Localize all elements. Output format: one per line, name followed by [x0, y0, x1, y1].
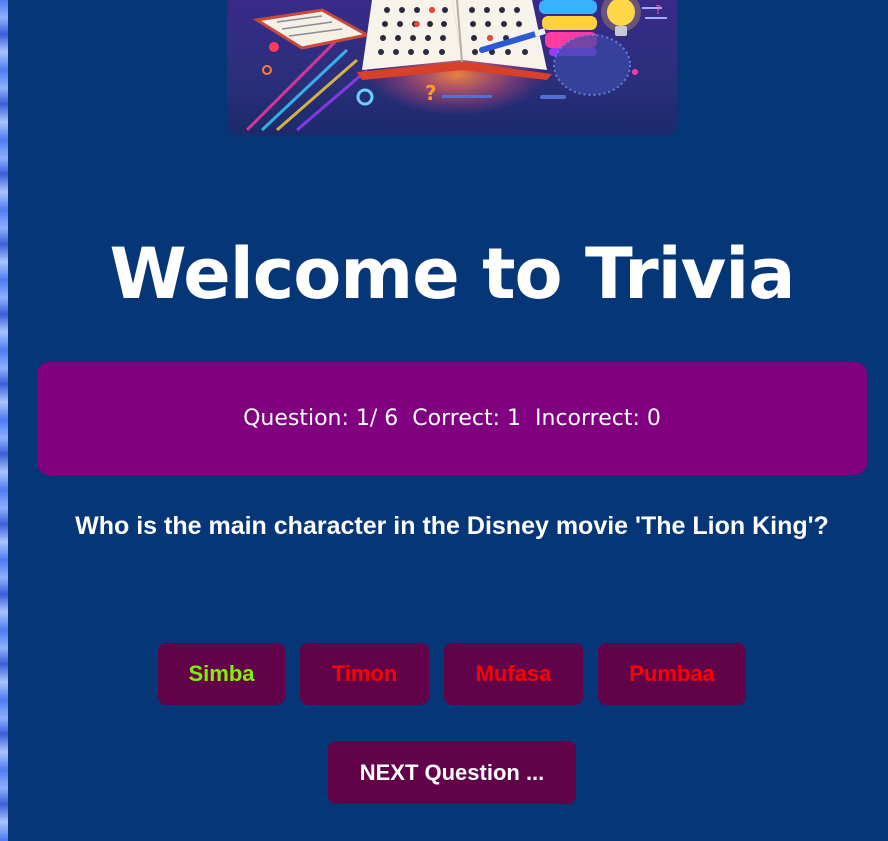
background-edge — [0, 0, 8, 841]
incorrect-count: 0 — [646, 406, 661, 431]
answer-button-simba[interactable]: Simba — [158, 643, 285, 705]
question-total: 6 — [384, 406, 399, 431]
question-current: 1 — [355, 406, 370, 431]
answer-button-timon[interactable]: Timon — [300, 643, 429, 705]
correct-count: 1 — [507, 406, 522, 431]
correct-count-label: Correct: — [412, 406, 501, 431]
answer-button-mufasa[interactable]: Mufasa — [444, 643, 583, 705]
svg-text:?: ? — [655, 3, 661, 17]
next-question-button[interactable]: NEXT Question ... — [328, 741, 576, 804]
question-counter-label: Question: — [243, 406, 349, 431]
score-panel: Question: 1/ 6 Correct: 1 Incorrect: 0 — [37, 362, 867, 475]
trivia-banner-image: ? ? — [227, 0, 677, 136]
incorrect-count-label: Incorrect: — [535, 406, 640, 431]
question-text: Who is the main character in the Disney … — [75, 512, 829, 540]
answer-button-pumbaa[interactable]: Pumbaa — [598, 643, 746, 705]
page-title: Welcome to Trivia — [109, 233, 796, 315]
svg-text:?: ? — [425, 81, 437, 105]
